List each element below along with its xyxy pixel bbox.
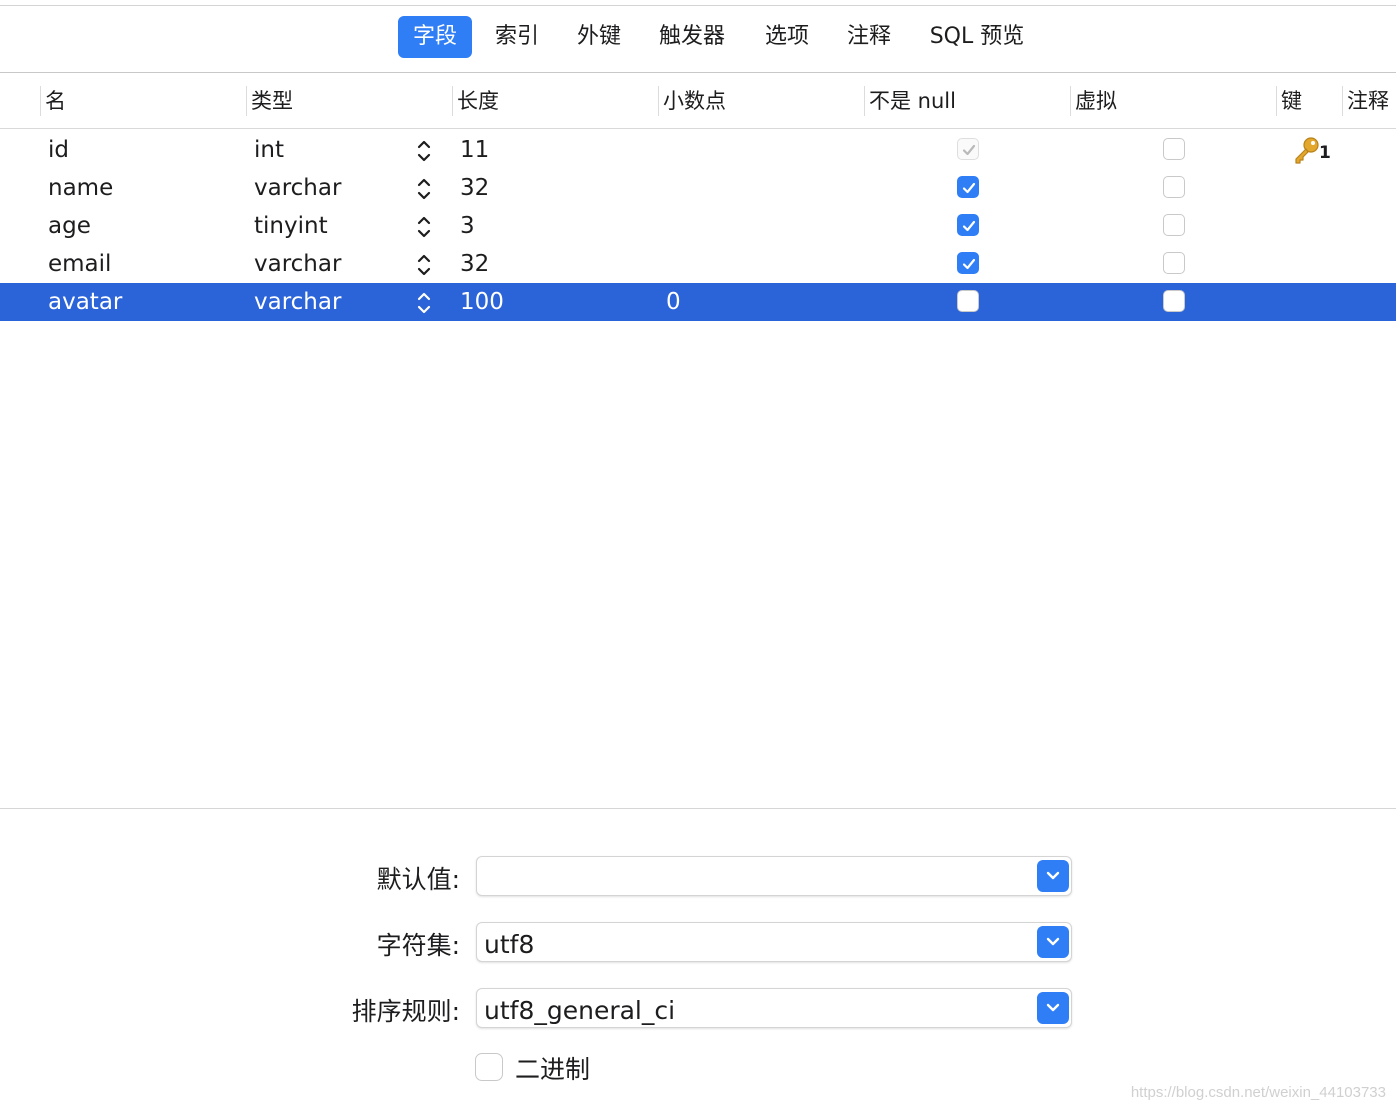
field-length-cell[interactable]: 100	[460, 283, 504, 321]
field-name-cell[interactable]: id	[48, 131, 69, 169]
chevron-down-icon	[1046, 1003, 1060, 1012]
column-header-decimals[interactable]: 小数点	[658, 86, 864, 116]
tab-triggers[interactable]: 触发器	[647, 16, 737, 58]
column-header-name[interactable]: 名	[40, 86, 246, 116]
field-name-cell[interactable]: name	[48, 169, 113, 207]
field-name-cell[interactable]: avatar	[48, 283, 122, 321]
up-down-stepper-icon[interactable]	[416, 290, 432, 316]
field-row[interactable]: id int 11 1	[0, 131, 1396, 169]
up-down-stepper-icon[interactable]	[416, 214, 432, 240]
collation-label: 排序规则:	[351, 997, 460, 1026]
field-type-cell[interactable]: varchar	[254, 283, 341, 321]
field-length-cell[interactable]: 32	[460, 169, 489, 207]
tab-comment[interactable]: 注释	[832, 16, 906, 58]
charset-combobox[interactable]: utf8	[476, 922, 1072, 962]
column-header-key[interactable]: 键	[1276, 86, 1342, 116]
watermark: https://blog.csdn.net/weixin_44103733	[1130, 1084, 1386, 1101]
field-decimals-cell[interactable]: 0	[666, 283, 681, 321]
tab-options[interactable]: 选项	[750, 16, 824, 58]
collation-value[interactable]: utf8_general_ci	[484, 989, 675, 1033]
field-type-cell[interactable]: varchar	[254, 169, 341, 207]
binary-checkbox[interactable]	[475, 1053, 503, 1081]
field-length-cell[interactable]: 11	[460, 131, 489, 169]
virtual-checkbox[interactable]	[1163, 214, 1185, 236]
field-row[interactable]: email varchar 32	[0, 245, 1396, 283]
field-row[interactable]: name varchar 32	[0, 169, 1396, 207]
column-header-comment[interactable]: 注释	[1342, 86, 1396, 116]
field-length-cell[interactable]: 32	[460, 245, 489, 283]
field-name-cell[interactable]: age	[48, 207, 91, 245]
up-down-stepper-icon[interactable]	[416, 252, 432, 278]
default-value-dropdown-button[interactable]	[1037, 860, 1069, 892]
column-header-type[interactable]: 类型	[246, 86, 452, 116]
virtual-checkbox[interactable]	[1163, 138, 1185, 160]
key-order-number: 1	[1319, 143, 1331, 163]
chevron-down-icon	[1046, 937, 1060, 946]
column-header-not-null[interactable]: 不是 null	[864, 86, 1070, 116]
collation-dropdown-button[interactable]	[1037, 992, 1069, 1024]
key-icon: 1	[1292, 135, 1332, 167]
field-length-cell[interactable]: 3	[460, 207, 475, 245]
not-null-checkbox[interactable]	[957, 214, 979, 236]
column-header-virtual[interactable]: 虚拟	[1070, 86, 1276, 116]
up-down-stepper-icon[interactable]	[416, 176, 432, 202]
tab-fields[interactable]: 字段	[398, 16, 472, 58]
not-null-checkbox[interactable]	[957, 138, 979, 160]
charset-dropdown-button[interactable]	[1037, 926, 1069, 958]
tab-foreign-keys[interactable]: 外键	[562, 16, 636, 58]
field-name-cell[interactable]: email	[48, 245, 111, 283]
charset-value[interactable]: utf8	[484, 923, 534, 967]
fields-grid-header: 名 类型 长度 小数点 不是 null 虚拟 键 注释	[0, 74, 1396, 129]
chevron-down-icon	[1046, 871, 1060, 880]
field-type-cell[interactable]: varchar	[254, 245, 341, 283]
tab-bar: 字段 索引 外键 触发器 选项 注释 SQL 预览	[0, 6, 1396, 73]
panel-divider	[0, 808, 1396, 809]
binary-label: 二进制	[515, 1055, 591, 1084]
tab-indexes[interactable]: 索引	[480, 16, 554, 58]
field-type-cell[interactable]: tinyint	[254, 207, 328, 245]
column-header-length[interactable]: 长度	[452, 86, 658, 116]
up-down-stepper-icon[interactable]	[416, 138, 432, 164]
not-null-checkbox[interactable]	[957, 252, 979, 274]
virtual-checkbox[interactable]	[1163, 176, 1185, 198]
charset-label: 字符集:	[376, 931, 460, 960]
collation-combobox[interactable]: utf8_general_ci	[476, 988, 1072, 1028]
virtual-checkbox[interactable]	[1163, 290, 1185, 312]
field-type-cell[interactable]: int	[254, 131, 284, 169]
field-row[interactable]: age tinyint 3	[0, 207, 1396, 245]
default-value-combobox[interactable]	[476, 856, 1072, 896]
not-null-checkbox[interactable]	[957, 290, 979, 312]
not-null-checkbox[interactable]	[957, 176, 979, 198]
field-row[interactable]: avatar varchar 100 0	[0, 283, 1396, 321]
virtual-checkbox[interactable]	[1163, 252, 1185, 274]
tab-sql-preview[interactable]: SQL 预览	[918, 16, 1036, 58]
default-value-label: 默认值:	[376, 865, 460, 894]
